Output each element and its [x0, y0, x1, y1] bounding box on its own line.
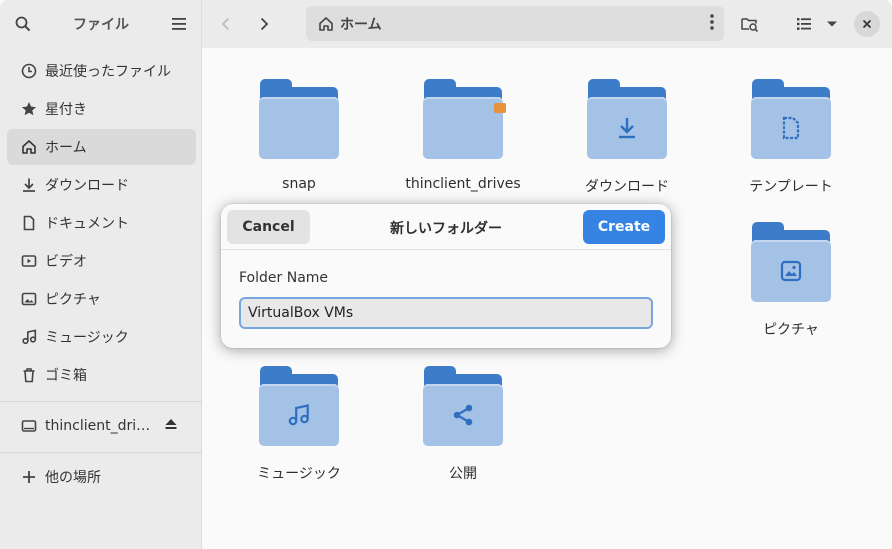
drive-icon — [21, 420, 37, 432]
plus-icon — [23, 471, 35, 483]
folder-icon — [751, 79, 831, 161]
folder-icon — [259, 79, 339, 161]
sidebar-header: ファイル — [0, 0, 201, 48]
sidebar: ファイル 最近使ったファイル 星付き ホーム ダウンロード ドキュメント ビデオ… — [0, 0, 202, 549]
sidebar-item-label: ミュージック — [45, 330, 129, 346]
sidebar-item-trash[interactable]: ゴミ箱 — [7, 357, 196, 393]
list-view-icon — [797, 18, 811, 30]
video-icon — [21, 255, 37, 267]
sidebar-item-drive[interactable]: thinclient_dri… — [7, 408, 196, 444]
dialog-header: Cancel 新しいフォルダー Create — [221, 204, 671, 250]
chevron-right-icon — [260, 17, 269, 31]
sidebar-item-music[interactable]: ミュージック — [7, 319, 196, 355]
trash-icon — [23, 368, 35, 383]
folder-item-downloads[interactable]: ダウンロード — [552, 79, 702, 196]
sidebar-item-label: ゴミ箱 — [45, 368, 87, 384]
folder-name: テンプレート — [749, 179, 833, 195]
download-icon — [619, 118, 635, 139]
folder-name-input[interactable] — [239, 297, 653, 329]
folder-item-thinclient-drives[interactable]: thinclient_drives — [388, 79, 538, 192]
sidebar-item-label: 星付き — [45, 102, 87, 118]
sidebar-item-pictures[interactable]: ピクチャ — [7, 281, 196, 317]
sidebar-item-recent[interactable]: 最近使ったファイル — [7, 53, 196, 89]
picture-icon — [21, 292, 37, 306]
eject-button[interactable] — [164, 417, 178, 435]
folder-icon — [423, 366, 503, 448]
close-window-button[interactable] — [854, 11, 880, 37]
home-icon — [319, 16, 333, 31]
folder-item-public[interactable]: 公開 — [388, 366, 538, 483]
sidebar-item-label: thinclient_dri… — [45, 418, 151, 434]
folder-name: ピクチャ — [763, 322, 819, 338]
view-list-button[interactable] — [792, 10, 816, 38]
sidebar-item-other-locations[interactable]: 他の場所 — [7, 459, 196, 495]
folder-name: thinclient_drives — [405, 176, 521, 192]
close-icon — [862, 19, 872, 29]
folder-item-templates[interactable]: テンプレート — [716, 79, 866, 196]
folder-item-pictures[interactable]: ピクチャ — [716, 222, 866, 339]
music-icon — [288, 404, 309, 426]
download-icon — [23, 178, 35, 192]
folder-icon — [587, 79, 667, 161]
folder-name: 公開 — [449, 466, 477, 482]
kebab-menu-icon — [710, 14, 714, 30]
forward-button[interactable] — [250, 10, 278, 38]
folder-icon — [751, 222, 831, 304]
main-menu-button[interactable] — [165, 10, 193, 38]
sidebar-item-label: 最近使ったファイル — [45, 64, 171, 80]
folder-name: ミュージック — [257, 466, 341, 482]
music-icon — [22, 329, 37, 345]
folder-icon — [423, 79, 503, 161]
document-icon — [23, 215, 35, 231]
search-location-button[interactable] — [736, 10, 764, 38]
sidebar-item-label: ピクチャ — [45, 292, 101, 308]
path-segment-home[interactable]: ホーム — [340, 14, 382, 34]
clock-icon — [21, 63, 37, 79]
path-menu-button[interactable] — [710, 14, 714, 34]
sidebar-divider — [0, 401, 202, 402]
sidebar-item-label: ドキュメント — [45, 216, 129, 232]
sidebar-item-documents[interactable]: ドキュメント — [7, 205, 196, 241]
picture-icon — [780, 260, 802, 282]
sidebar-item-label: ダウンロード — [45, 178, 129, 194]
sidebar-item-home[interactable]: ホーム — [7, 129, 196, 165]
template-icon — [782, 116, 800, 140]
share-icon — [453, 404, 473, 426]
folder-item-snap[interactable]: snap — [224, 79, 374, 192]
header-bar: ホーム — [202, 0, 892, 48]
path-bar[interactable]: ホーム — [306, 6, 724, 41]
sidebar-item-label: ホーム — [45, 140, 87, 156]
star-icon — [21, 102, 37, 116]
folder-name: ダウンロード — [585, 179, 669, 195]
network-emblem-icon — [494, 103, 506, 113]
sidebar-item-videos[interactable]: ビデオ — [7, 243, 196, 279]
folder-item-music[interactable]: ミュージック — [224, 366, 374, 483]
hamburger-icon — [172, 18, 186, 30]
sidebar-item-label: ビデオ — [45, 254, 87, 270]
create-button[interactable]: Create — [583, 210, 665, 244]
chevron-left-icon — [221, 17, 230, 31]
sidebar-divider — [0, 452, 202, 453]
eject-icon — [165, 419, 177, 429]
folder-name-label: Folder Name — [239, 270, 329, 286]
back-button[interactable] — [212, 10, 240, 38]
sidebar-item-starred[interactable]: 星付き — [7, 91, 196, 127]
sidebar-item-downloads[interactable]: ダウンロード — [7, 167, 196, 203]
folder-name: snap — [282, 176, 316, 192]
folder-search-icon — [741, 18, 759, 32]
folder-icon — [259, 366, 339, 448]
home-icon — [22, 140, 36, 154]
new-folder-dialog: Cancel 新しいフォルダー Create Folder Name — [221, 204, 671, 348]
sidebar-item-label: 他の場所 — [45, 470, 101, 486]
file-manager-window: ファイル 最近使ったファイル 星付き ホーム ダウンロード ドキュメント ビデオ… — [0, 0, 892, 549]
view-options-button[interactable] — [820, 10, 844, 38]
chevron-down-icon — [827, 21, 837, 27]
